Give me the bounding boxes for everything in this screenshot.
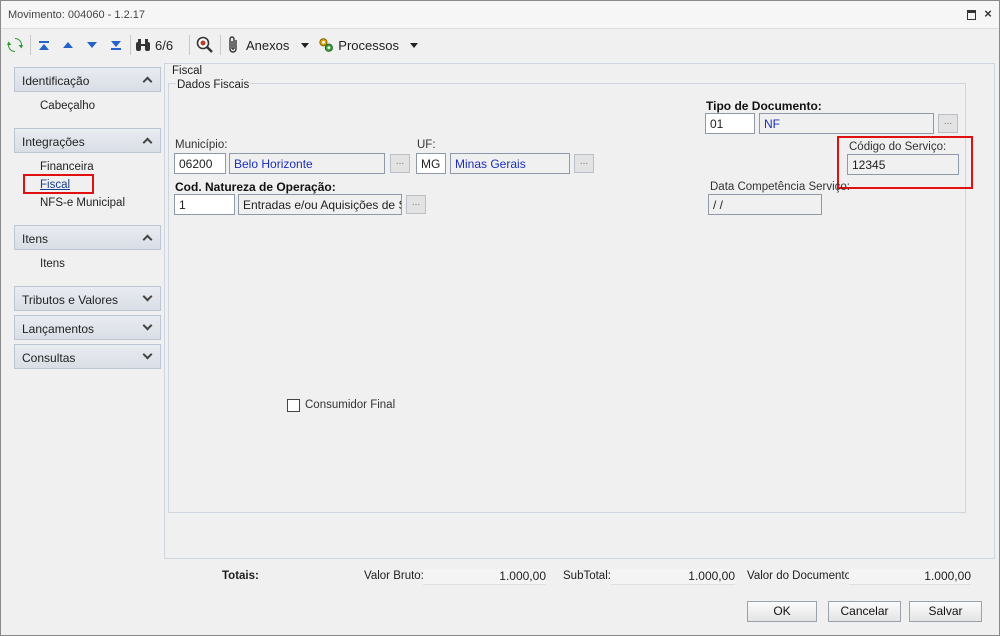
chevron-down-icon bbox=[142, 349, 153, 360]
tipo-documento-label: Tipo de Documento: bbox=[706, 99, 822, 113]
window-title: Movimento: 004060 - 1.2.17 bbox=[8, 9, 145, 21]
chevron-down-icon bbox=[301, 42, 310, 48]
codigo-servico-input[interactable]: 12345 bbox=[847, 154, 959, 175]
processos-menu[interactable]: Processos bbox=[318, 35, 418, 55]
natureza-operacao-code-input[interactable]: 1 bbox=[174, 194, 235, 215]
zoom-button[interactable] bbox=[195, 35, 215, 55]
municipio-label: Município: bbox=[175, 139, 228, 151]
tipo-documento-lookup-button[interactable]: ... bbox=[938, 114, 958, 133]
tipo-documento-desc-field: NF bbox=[759, 113, 934, 134]
sidebar-group-identificacao[interactable]: Identificação bbox=[14, 67, 161, 92]
valor-bruto-label: Valor Bruto: bbox=[364, 570, 424, 582]
record-counter: 6/6 bbox=[155, 37, 174, 53]
sidebar-group-label: Identificação bbox=[22, 74, 90, 88]
sidebar-item-nfse-municipal[interactable]: NFS-e Municipal bbox=[40, 197, 125, 209]
binoculars-icon bbox=[136, 39, 150, 51]
subtotal-value: 1.000,00 bbox=[611, 569, 735, 585]
sidebar-group-integracoes[interactable]: Integrações bbox=[14, 128, 161, 153]
sidebar-item-cabecalho[interactable]: Cabeçalho bbox=[40, 100, 95, 112]
next-record-icon bbox=[87, 42, 97, 48]
toolbar: 6/6 Anexos Processos bbox=[1, 30, 999, 60]
tab-title: Fiscal bbox=[172, 65, 203, 77]
restore-icon[interactable] bbox=[965, 8, 977, 20]
uf-label: UF: bbox=[417, 139, 436, 151]
totals-label: Totais: bbox=[222, 570, 259, 582]
data-competencia-input[interactable]: / / bbox=[708, 194, 822, 215]
anexos-label: Anexos bbox=[246, 37, 290, 53]
valor-documento-label: Valor do Documento: bbox=[747, 570, 855, 582]
save-button[interactable]: Salvar bbox=[909, 601, 982, 622]
last-record-arrow-icon bbox=[111, 40, 121, 47]
zoom-icon bbox=[196, 36, 213, 53]
last-record-icon bbox=[111, 47, 121, 50]
codigo-servico-label: Código do Serviço: bbox=[849, 141, 947, 153]
municipio-code-input[interactable]: 06200 bbox=[174, 153, 226, 174]
municipio-desc-field: Belo Horizonte bbox=[229, 153, 385, 174]
chevron-down-icon bbox=[410, 42, 418, 48]
sidebar-group-label: Tributos e Valores bbox=[22, 293, 119, 307]
subtotal-label: SubTotal: bbox=[563, 570, 611, 582]
consumidor-final-checkbox[interactable] bbox=[287, 399, 300, 412]
anexos-menu[interactable]: Anexos bbox=[227, 35, 311, 55]
record-navigator-button[interactable]: 6/6 bbox=[135, 35, 183, 55]
data-competencia-label: Data Competência Serviço: bbox=[710, 181, 850, 193]
sidebar-group-label: Itens bbox=[22, 232, 49, 246]
natureza-operacao-label: Cod. Natureza de Operação: bbox=[175, 180, 336, 194]
natureza-operacao-desc-field: Entradas e/ou Aquisições de Ser bbox=[238, 194, 402, 215]
valor-bruto-value: 1.000,00 bbox=[423, 569, 546, 585]
uf-desc-field: Minas Gerais bbox=[450, 153, 570, 174]
sidebar-group-itens[interactable]: Itens bbox=[14, 225, 161, 250]
sidebar-group-label: Lançamentos bbox=[22, 322, 95, 336]
movimento-window: Movimento: 004060 - 1.2.17 × 6/6 Anexos … bbox=[0, 0, 1000, 636]
chevron-up-icon bbox=[142, 76, 153, 87]
last-record-button[interactable] bbox=[108, 35, 124, 55]
close-icon[interactable]: × bbox=[982, 7, 994, 20]
consumidor-final-label: Consumidor Final bbox=[305, 399, 396, 411]
sidebar-item-itens[interactable]: Itens bbox=[40, 258, 65, 270]
refresh-button[interactable] bbox=[6, 35, 24, 55]
previous-record-button[interactable] bbox=[60, 35, 76, 55]
previous-record-icon bbox=[63, 42, 73, 48]
sidebar-group-label: Consultas bbox=[22, 351, 76, 365]
fiscal-highlight-box bbox=[23, 174, 94, 194]
uf-code-input[interactable]: MG bbox=[416, 153, 446, 174]
refresh-icon bbox=[7, 38, 23, 52]
uf-lookup-button[interactable]: ... bbox=[574, 154, 594, 173]
sidebar-group-consultas[interactable]: Consultas bbox=[14, 344, 161, 369]
sidebar-item-financeira[interactable]: Financeira bbox=[40, 161, 94, 173]
section-title: Dados Fiscais bbox=[176, 79, 251, 91]
municipio-lookup-button[interactable]: ... bbox=[390, 154, 410, 173]
sidebar-group-tributos-valores[interactable]: Tributos e Valores bbox=[14, 286, 161, 311]
chevron-down-icon bbox=[142, 320, 153, 331]
gears-icon bbox=[319, 38, 333, 52]
sidebar-group-label: Integrações bbox=[22, 135, 85, 149]
paperclip-icon bbox=[229, 36, 237, 53]
chevron-up-icon bbox=[142, 234, 153, 245]
first-record-arrow-icon bbox=[39, 43, 49, 50]
valor-documento-value: 1.000,00 bbox=[849, 569, 971, 585]
processos-label: Processos bbox=[338, 37, 399, 53]
title-bar: Movimento: 004060 - 1.2.17 × bbox=[1, 1, 999, 29]
next-record-button[interactable] bbox=[84, 35, 100, 55]
chevron-up-icon bbox=[142, 137, 153, 148]
first-record-button[interactable] bbox=[36, 35, 52, 55]
ok-button[interactable]: OK bbox=[747, 601, 817, 622]
first-record-icon bbox=[39, 40, 49, 43]
chevron-down-icon bbox=[142, 291, 153, 302]
cancel-button[interactable]: Cancelar bbox=[828, 601, 901, 622]
sidebar-group-lancamentos[interactable]: Lançamentos bbox=[14, 315, 161, 340]
tipo-documento-code-input[interactable]: 01 bbox=[705, 113, 755, 134]
natureza-operacao-lookup-button[interactable]: ... bbox=[406, 195, 426, 214]
